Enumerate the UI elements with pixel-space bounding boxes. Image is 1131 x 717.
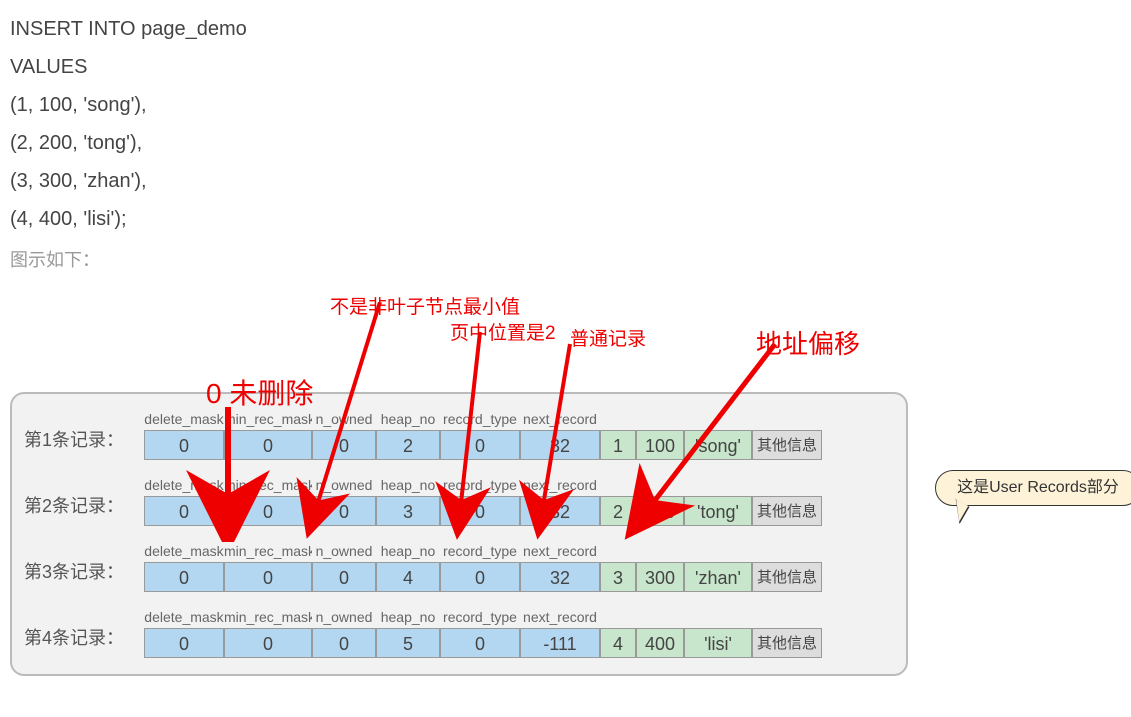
col-header: n_owned <box>312 540 376 562</box>
cell-heap-no: 3 <box>376 496 440 526</box>
cell-num: 300 <box>636 562 684 592</box>
cell-info: 其他信息 <box>752 628 822 658</box>
col-header: heap_no <box>376 408 440 430</box>
col-header: n_owned <box>312 606 376 628</box>
col-header: next_record <box>520 474 600 496</box>
records-panel: 第1条记录： delete_mask min_rec_mask n_owned … <box>10 392 908 676</box>
cell-id: 1 <box>600 430 636 460</box>
col-header: delete_mask <box>144 606 224 628</box>
speech-bubble: 这是User Records部分 <box>935 470 1131 506</box>
cell-record-type: 0 <box>440 496 520 526</box>
label-ordinary-record: 普通记录 <box>570 324 646 351</box>
record-row: 第4条记录： delete_mask min_rec_mask n_owned … <box>24 606 894 658</box>
cell-str: 'lisi' <box>684 628 752 658</box>
cell-next-record: -111 <box>520 628 600 658</box>
cell-id: 3 <box>600 562 636 592</box>
cell-str: 'song' <box>684 430 752 460</box>
col-header: next_record <box>520 408 600 430</box>
cell-heap-no: 4 <box>376 562 440 592</box>
diagram-caption: 图示如下： <box>10 246 1131 272</box>
cell-num: 100 <box>636 430 684 460</box>
col-header: delete_mask <box>144 474 224 496</box>
cell-n-owned: 0 <box>312 628 376 658</box>
col-header: min_rec_mask <box>224 540 312 562</box>
cell-num: 200 <box>636 496 684 526</box>
col-header: delete_mask <box>144 540 224 562</box>
row-label: 第2条记录： <box>24 492 144 526</box>
label-not-min-leaf: 不是非叶子节点最小值 <box>330 292 520 319</box>
sql-line: (4, 400, 'lisi'); <box>10 200 1131 238</box>
col-header: n_owned <box>312 408 376 430</box>
label-page-position: 页中位置是2 <box>450 318 556 345</box>
sql-code: INSERT INTO page_demo VALUES (1, 100, 's… <box>10 10 1131 238</box>
sql-line: (1, 100, 'song'), <box>10 86 1131 124</box>
sql-line: INSERT INTO page_demo <box>10 10 1131 48</box>
cell-heap-no: 5 <box>376 628 440 658</box>
col-header: record_type <box>440 540 520 562</box>
cell-record-type: 0 <box>440 430 520 460</box>
cell-next-record: 32 <box>520 430 600 460</box>
cell-n-owned: 0 <box>312 430 376 460</box>
cell-next-record: 32 <box>520 562 600 592</box>
sql-line: (3, 300, 'zhan'), <box>10 162 1131 200</box>
cell-next-record: 32 <box>520 496 600 526</box>
cell-id: 4 <box>600 628 636 658</box>
cell-str: 'zhan' <box>684 562 752 592</box>
sql-line: (2, 200, 'tong'), <box>10 124 1131 162</box>
cell-min-rec-mask: 0 <box>224 562 312 592</box>
cell-delete-mask: 0 <box>144 562 224 592</box>
record-row: 第2条记录： delete_mask min_rec_mask n_owned … <box>24 474 894 526</box>
row-label: 第1条记录： <box>24 426 144 460</box>
label-addr-offset: 地址偏移 <box>756 324 860 361</box>
label-not-deleted: 0 未删除 <box>206 372 313 412</box>
cell-num: 400 <box>636 628 684 658</box>
col-header: n_owned <box>312 474 376 496</box>
record-row: 第1条记录： delete_mask min_rec_mask n_owned … <box>24 408 894 460</box>
col-header: heap_no <box>376 540 440 562</box>
col-header: min_rec_mask <box>224 474 312 496</box>
cell-min-rec-mask: 0 <box>224 430 312 460</box>
col-header: heap_no <box>376 474 440 496</box>
diagram: 0 未删除 不是非叶子节点最小值 页中位置是2 普通记录 地址偏移 这是User… <box>10 392 1131 676</box>
row-label: 第3条记录： <box>24 558 144 592</box>
cell-n-owned: 0 <box>312 562 376 592</box>
cell-min-rec-mask: 0 <box>224 628 312 658</box>
cell-record-type: 0 <box>440 628 520 658</box>
cell-delete-mask: 0 <box>144 496 224 526</box>
sql-line: VALUES <box>10 48 1131 86</box>
cell-id: 2 <box>600 496 636 526</box>
col-header: record_type <box>440 606 520 628</box>
cell-min-rec-mask: 0 <box>224 496 312 526</box>
cell-n-owned: 0 <box>312 496 376 526</box>
col-header: record_type <box>440 474 520 496</box>
col-header: next_record <box>520 606 600 628</box>
cell-info: 其他信息 <box>752 562 822 592</box>
row-label: 第4条记录： <box>24 624 144 658</box>
cell-heap-no: 2 <box>376 430 440 460</box>
cell-info: 其他信息 <box>752 430 822 460</box>
col-header: heap_no <box>376 606 440 628</box>
col-header: next_record <box>520 540 600 562</box>
col-header: min_rec_mask <box>224 606 312 628</box>
cell-delete-mask: 0 <box>144 430 224 460</box>
cell-delete-mask: 0 <box>144 628 224 658</box>
record-row: 第3条记录： delete_mask min_rec_mask n_owned … <box>24 540 894 592</box>
cell-str: 'tong' <box>684 496 752 526</box>
col-header: record_type <box>440 408 520 430</box>
cell-record-type: 0 <box>440 562 520 592</box>
cell-info: 其他信息 <box>752 496 822 526</box>
